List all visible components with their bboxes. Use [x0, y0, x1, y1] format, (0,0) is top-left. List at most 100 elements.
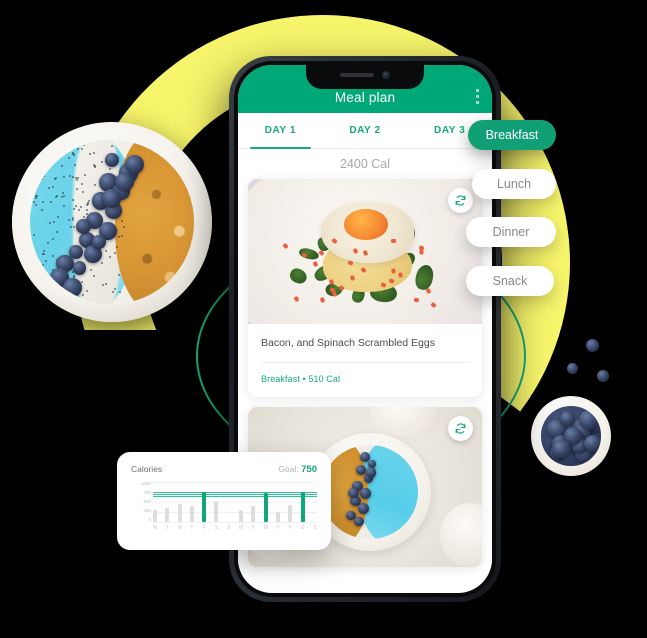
bacon-bit [388, 278, 395, 284]
scattered-blueberry [567, 363, 578, 374]
smoothie-bowl-photo-left [12, 122, 212, 322]
hero-composition: Meal plan DAY 1 DAY 2 DAY 3 2400 Cal Bac… [0, 0, 647, 638]
x-tick-label: S [214, 525, 219, 531]
bacon-bit [390, 238, 396, 244]
y-tick-label: 500 [143, 498, 151, 504]
scattered-blueberry [597, 370, 609, 382]
chart-y-axis: 1000 750 500 250 0 [131, 481, 151, 522]
x-tick-label: S [227, 525, 231, 531]
chart-bar [239, 510, 244, 522]
chip-lunch[interactable]: Lunch [472, 169, 556, 199]
bacon-bit [413, 297, 420, 303]
bacon-bit [330, 238, 338, 245]
earpiece-speaker [340, 73, 374, 77]
chart-bar [153, 510, 157, 522]
kebab-dot [475, 100, 479, 104]
goal-label: Goal: [278, 464, 299, 474]
tab-day-1[interactable]: DAY 1 [238, 113, 323, 149]
blueberry [354, 516, 364, 527]
chart-x-axis: MTWTFSSMTWTFSS [153, 525, 317, 531]
x-tick-label: T [190, 525, 194, 531]
calories-goal: Goal: 750 [278, 464, 317, 475]
meal-meta: Breakfast • 510 Cal [261, 374, 341, 385]
x-tick-label: S [300, 525, 305, 531]
kebab-dot [475, 94, 479, 98]
blueberry [92, 235, 107, 249]
x-tick-label: T [165, 525, 169, 531]
meal-card-body: Bacon, and Spinach Scrambled Eggs Breakf… [248, 324, 482, 397]
day-tabs: DAY 1 DAY 2 DAY 3 [238, 113, 492, 149]
chart-bar [288, 504, 293, 522]
bacon-bit [318, 249, 325, 257]
x-tick-label: M [153, 525, 158, 531]
x-tick-label: W [263, 525, 269, 531]
bacon-bit [301, 251, 308, 259]
chip-dinner[interactable]: Dinner [466, 217, 556, 247]
daily-calorie-total: 2400 Cal [238, 149, 492, 179]
y-tick-label: 750 [143, 489, 151, 495]
bacon-bit [347, 260, 354, 266]
calories-widget: Calories Goal: 750 1000 750 500 250 0 M T W T F S… [117, 452, 331, 550]
kebab-dot [475, 88, 479, 92]
blueberry [125, 154, 145, 174]
calories-bar-chart: 1000 750 500 250 0 M T W T F S S M T W T F S S [131, 481, 317, 531]
blueberry [62, 277, 82, 297]
chart-bar [202, 492, 207, 522]
chart-plot-area [153, 482, 317, 523]
x-tick-label: F [288, 525, 292, 531]
bacon-bit [350, 275, 356, 282]
blueberry [115, 172, 134, 192]
bacon-dice [248, 179, 482, 324]
chart-bar [275, 512, 280, 522]
meal-photo-breakfast [248, 179, 482, 324]
blueberries-in-cup [541, 406, 601, 466]
bacon-bit [319, 296, 325, 303]
blueberry [365, 467, 377, 478]
x-tick-label: T [251, 525, 255, 531]
bacon-bit [362, 249, 368, 257]
refresh-icon[interactable] [448, 188, 473, 213]
blueberry [552, 440, 571, 459]
blueberry [102, 189, 121, 208]
gridline [153, 522, 317, 523]
bacon-bit [329, 279, 335, 285]
x-tick-label: M [239, 525, 244, 531]
tab-day-2[interactable]: DAY 2 [323, 113, 408, 148]
blueberry [583, 434, 601, 453]
meal-card[interactable]: Bacon, and Spinach Scrambled Eggs Breakf… [248, 179, 482, 398]
blueberry [72, 261, 86, 275]
chip-snack[interactable]: Snack [466, 266, 554, 296]
refresh-icon[interactable] [448, 416, 473, 442]
phone-notch [306, 65, 424, 89]
meal-title: Bacon, and Spinach Scrambled Eggs [261, 337, 435, 349]
blueberry [357, 503, 369, 515]
bacon-bit [360, 267, 367, 274]
page-title: Meal plan [334, 90, 396, 105]
bacon-bit [338, 284, 345, 291]
bowl-contents [320, 444, 419, 540]
bacon-bit [293, 295, 300, 302]
bacon-bit [282, 242, 289, 250]
chart-bar [214, 501, 219, 522]
chip-breakfast[interactable]: Breakfast [468, 120, 556, 150]
chia-jar [439, 503, 482, 568]
chart-bar [300, 492, 305, 522]
bacon-bit [312, 261, 319, 268]
bowl-contents [30, 140, 194, 304]
x-tick-label: W [177, 525, 183, 531]
blueberry [578, 409, 599, 430]
bacon-bit [419, 249, 424, 255]
front-camera-icon [382, 71, 390, 79]
y-tick-label: 250 [143, 507, 151, 513]
chart-bar [189, 506, 194, 522]
bacon-bit [353, 248, 359, 255]
chart-bar [263, 493, 268, 522]
y-tick-label: 1000 [140, 481, 151, 486]
bacon-bit [391, 268, 396, 274]
bacon-bit [397, 271, 403, 278]
x-tick-label: F [202, 525, 206, 531]
kebab-menu-icon[interactable] [475, 88, 479, 104]
bacon-bit [380, 281, 387, 288]
chart-bar [165, 507, 170, 522]
x-tick-label: T [276, 525, 280, 531]
